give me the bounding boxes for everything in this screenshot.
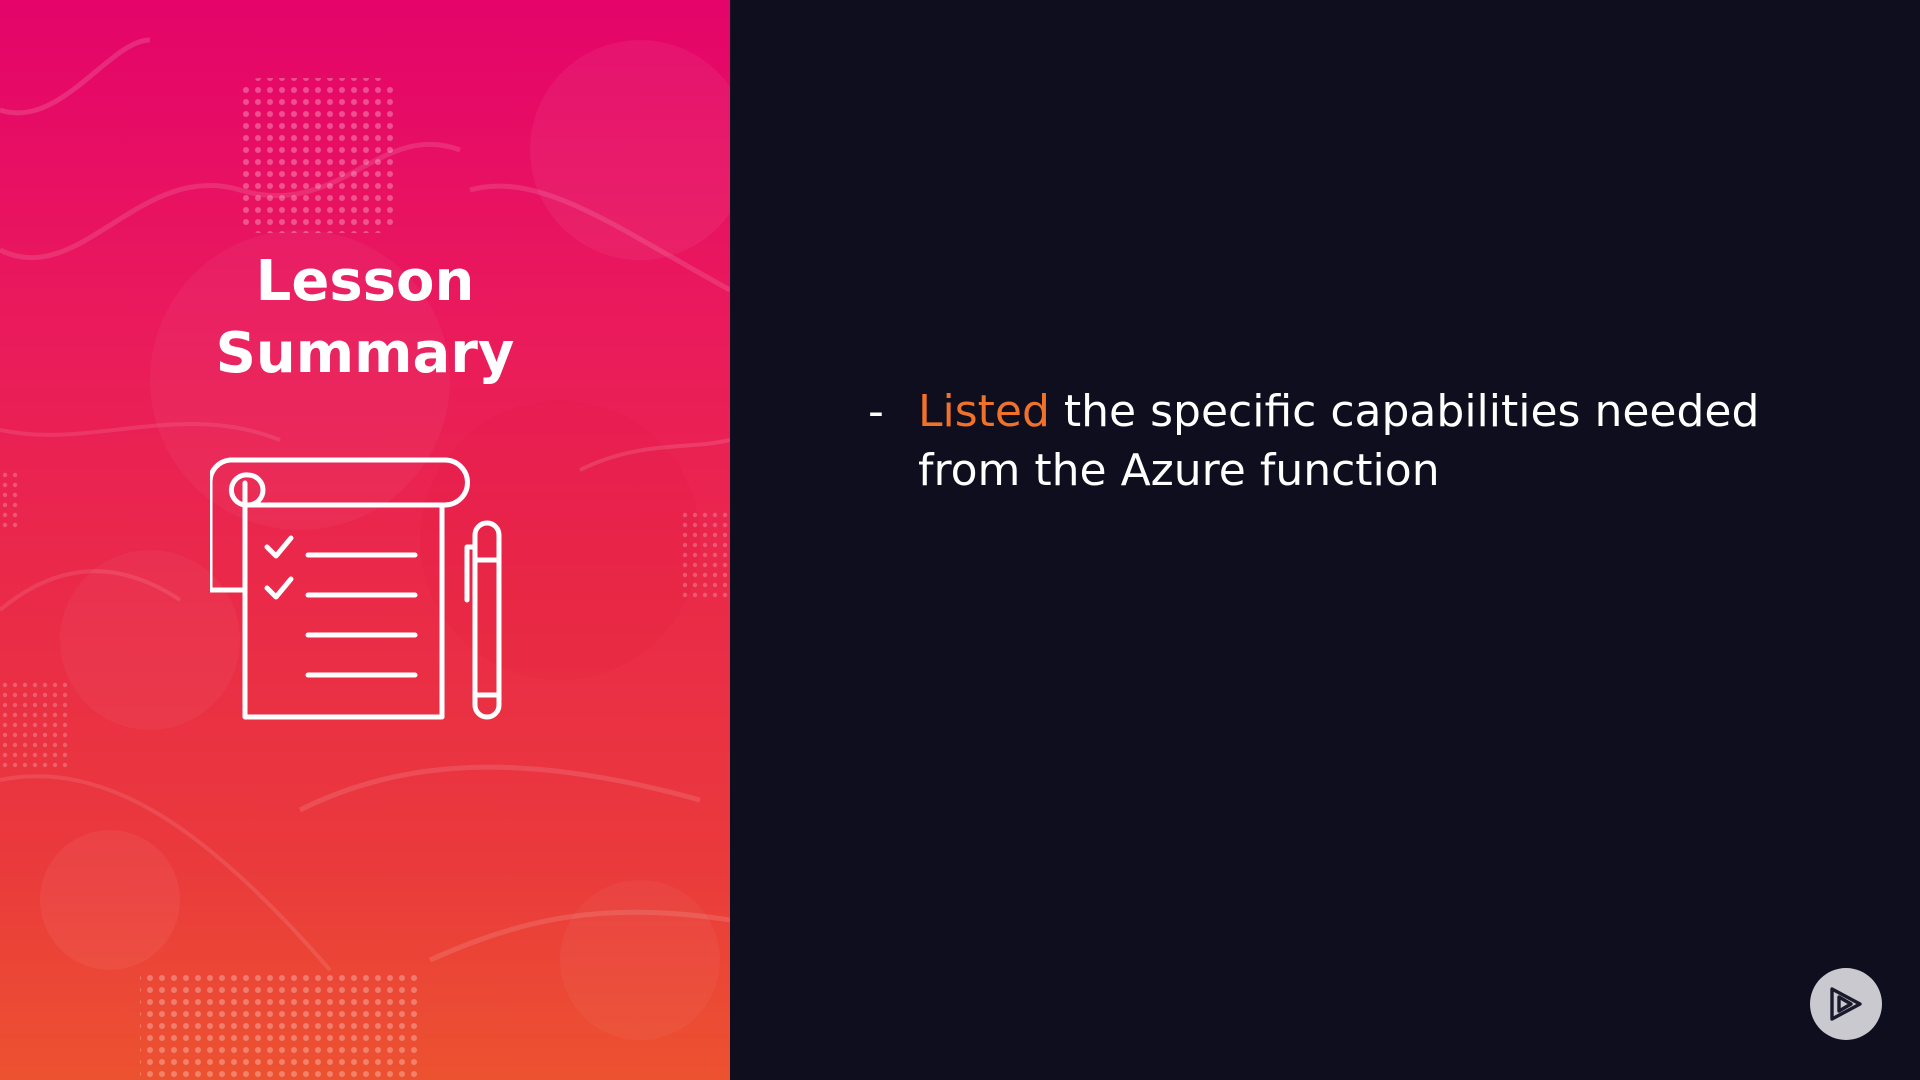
play-logo-button[interactable] [1810,968,1882,1040]
notepad-checklist-pen-icon [210,457,502,720]
play-logo-icon [1830,987,1862,1021]
bullet-text: Listed the specific capabilities needed … [918,382,1808,500]
title-panel: Lesson Summary [0,0,730,1080]
title-line-2: Summary [215,321,515,386]
bullet-marker: - [868,386,884,437]
lesson-summary-title: Lesson Summary [0,246,730,390]
summary-bullet: - Listed the specific capabilities neede… [868,382,1808,500]
bullet-highlight-word: Listed [918,386,1050,437]
title-line-1: Lesson [255,249,475,314]
content-panel: - Listed the specific capabilities neede… [730,0,1920,1080]
